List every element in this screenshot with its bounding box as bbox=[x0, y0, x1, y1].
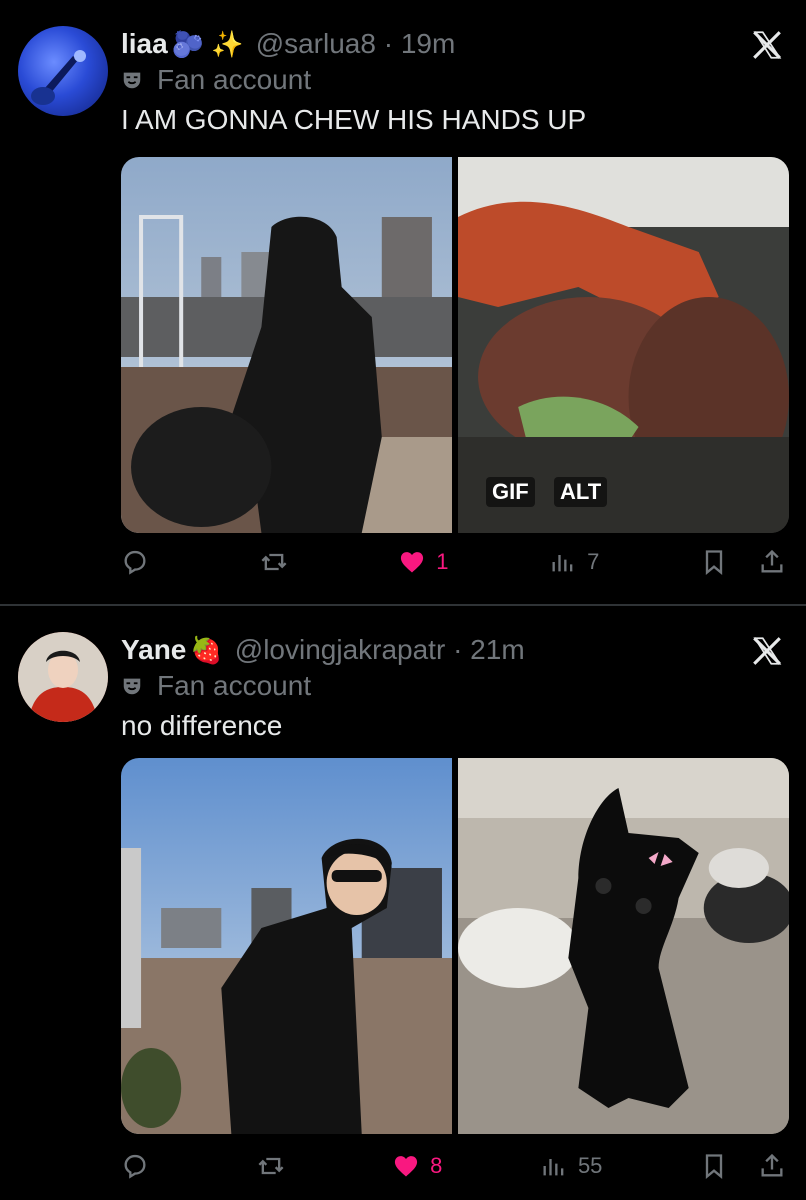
views-icon bbox=[543, 1159, 564, 1176]
photo-rooftop-man[interactable] bbox=[121, 157, 452, 533]
gif-thumbnail[interactable]: GIF ALT bbox=[458, 157, 789, 533]
alt-badge[interactable]: ALT bbox=[554, 477, 608, 507]
photo-black-kitten[interactable] bbox=[458, 758, 789, 1134]
bookmark-icon[interactable] bbox=[700, 1152, 728, 1180]
views-icon bbox=[552, 555, 573, 572]
fan-account-label: Fan account bbox=[121, 670, 311, 702]
tweet-header: Yane 🍓 @lovingjakrapatr · 21m bbox=[121, 630, 525, 670]
tweet-text: no difference bbox=[121, 710, 283, 741]
reply-button[interactable] bbox=[121, 1152, 159, 1180]
reply-button[interactable] bbox=[121, 548, 159, 576]
fan-account-label: Fan account bbox=[121, 64, 311, 96]
view-count: 7 bbox=[587, 549, 600, 574]
fan-account-text: Fan account bbox=[157, 64, 312, 95]
tweet-1[interactable]: liaa 🫐 ✨ @sarlua8 · 19m Fan account I AM… bbox=[0, 0, 806, 604]
views-button[interactable]: 55 bbox=[540, 1152, 602, 1180]
bookmark-icon[interactable] bbox=[700, 548, 728, 576]
x-logo-icon[interactable] bbox=[750, 634, 784, 668]
mask-icon bbox=[123, 678, 141, 695]
tail-actions bbox=[700, 1152, 786, 1180]
display-name[interactable]: Yane bbox=[121, 634, 186, 666]
share-icon[interactable] bbox=[758, 1152, 786, 1180]
tweet-2[interactable]: Yane 🍓 @lovingjakrapatr · 21m Fan accoun… bbox=[0, 606, 806, 1200]
fan-account-text: Fan account bbox=[157, 670, 312, 701]
photo-man-sunglasses[interactable] bbox=[121, 758, 452, 1134]
gif-badge: GIF bbox=[486, 477, 535, 507]
repost-button[interactable] bbox=[257, 1152, 295, 1180]
like-button[interactable]: 8 bbox=[392, 1152, 442, 1180]
like-count: 1 bbox=[436, 549, 449, 574]
action-bar: 8 55 bbox=[121, 1152, 786, 1180]
heart-icon bbox=[401, 552, 424, 573]
media-grid[interactable] bbox=[121, 758, 789, 1134]
tweet-text: I AM GONNA CHEW HIS HANDS UP bbox=[121, 104, 587, 135]
mask-icon bbox=[123, 72, 141, 89]
heart-icon bbox=[395, 1156, 418, 1177]
repost-button[interactable] bbox=[260, 548, 298, 576]
action-bar: 1 7 bbox=[121, 548, 786, 576]
repost-icon bbox=[261, 553, 287, 571]
view-count: 55 bbox=[577, 1153, 603, 1178]
media-grid[interactable]: GIF ALT bbox=[121, 157, 789, 533]
views-button[interactable]: 7 bbox=[549, 548, 599, 576]
reply-icon bbox=[124, 550, 146, 575]
like-button[interactable]: 1 bbox=[398, 548, 449, 576]
handle-and-time[interactable]: @sarlua8 · 19m bbox=[256, 28, 456, 60]
repost-icon bbox=[258, 1157, 284, 1175]
avatar[interactable] bbox=[18, 632, 108, 722]
guitar-avatar-image bbox=[31, 50, 86, 105]
profile-photo bbox=[18, 632, 108, 722]
name-emojis: 🫐 ✨ bbox=[171, 28, 244, 59]
like-count: 8 bbox=[430, 1153, 443, 1178]
reply-icon bbox=[124, 1154, 146, 1179]
x-logo-icon[interactable] bbox=[750, 28, 784, 62]
display-name[interactable]: liaa bbox=[121, 28, 168, 60]
share-icon[interactable] bbox=[758, 548, 786, 576]
tail-actions bbox=[700, 548, 786, 576]
handle-and-time[interactable]: @lovingjakrapatr · 21m bbox=[235, 634, 525, 666]
tweet-header: liaa 🫐 ✨ @sarlua8 · 19m bbox=[121, 24, 455, 64]
avatar[interactable] bbox=[18, 26, 108, 116]
name-emojis: 🍓 bbox=[190, 634, 223, 665]
